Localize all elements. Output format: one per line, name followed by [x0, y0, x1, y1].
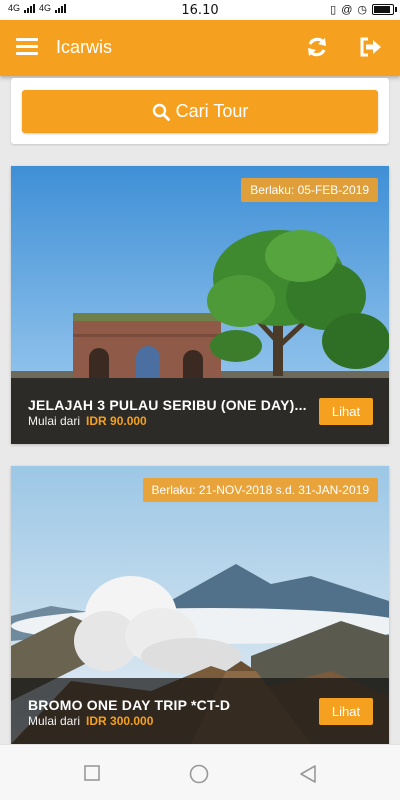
home-icon[interactable]	[189, 764, 209, 789]
tour-price: IDR 90.000	[86, 414, 147, 428]
search-tour-label: Cari Tour	[175, 101, 249, 121]
price-prefix: Mulai dari	[28, 414, 81, 428]
view-tour-button[interactable]: Lihat	[319, 398, 373, 425]
tour-name: JELAJAH 3 PULAU SERIBU (ONE DAY)...	[28, 397, 307, 413]
tour-name: BROMO ONE DAY TRIP *CT-D	[28, 697, 231, 713]
tour-caption: JELAJAH 3 PULAU SERIBU (ONE DAY)... Mula…	[11, 378, 389, 444]
vibrate-icon: ▯	[330, 4, 337, 16]
menu-icon[interactable]	[16, 38, 38, 56]
battery-icon	[372, 4, 397, 15]
system-nav-bar	[0, 744, 400, 800]
price-prefix: Mulai dari	[28, 714, 81, 728]
status-bar: 4G 4G 16.10 ▯ @ ◷	[0, 0, 400, 20]
tour-card[interactable]: Berlaku: 21-NOV-2018 s.d. 31-JAN-2019 BR…	[11, 466, 389, 744]
tour-price: IDR 300.000	[86, 714, 154, 728]
app-title: Icarwis	[56, 37, 113, 57]
back-icon[interactable]	[298, 764, 318, 789]
recent-apps-icon[interactable]	[83, 764, 101, 787]
validity-badge: Berlaku: 21-NOV-2018 s.d. 31-JAN-2019	[142, 478, 378, 502]
tour-card[interactable]: Berlaku: 05-FEB-2019 JELAJAH 3 PULAU SER…	[11, 166, 389, 444]
alarm-icon: ◷	[357, 4, 367, 16]
search-icon	[152, 103, 170, 121]
tour-price-line: Mulai dari IDR 300.000	[28, 714, 153, 728]
validity-badge: Berlaku: 05-FEB-2019	[241, 178, 378, 202]
tour-price-line: Mulai dari IDR 90.000	[28, 414, 147, 428]
status-icons: ▯ @ ◷	[330, 3, 397, 16]
refresh-icon[interactable]	[305, 35, 329, 59]
view-tour-button[interactable]: Lihat	[319, 698, 373, 725]
tour-caption: BROMO ONE DAY TRIP *CT-D Mulai dari IDR 3…	[11, 678, 389, 744]
search-tour-button[interactable]: Cari Tour	[22, 90, 378, 133]
search-card: Cari Tour	[11, 78, 389, 144]
at-icon: @	[341, 3, 353, 16]
app-bar: Icarwis	[0, 20, 400, 76]
logout-icon[interactable]	[358, 35, 382, 59]
